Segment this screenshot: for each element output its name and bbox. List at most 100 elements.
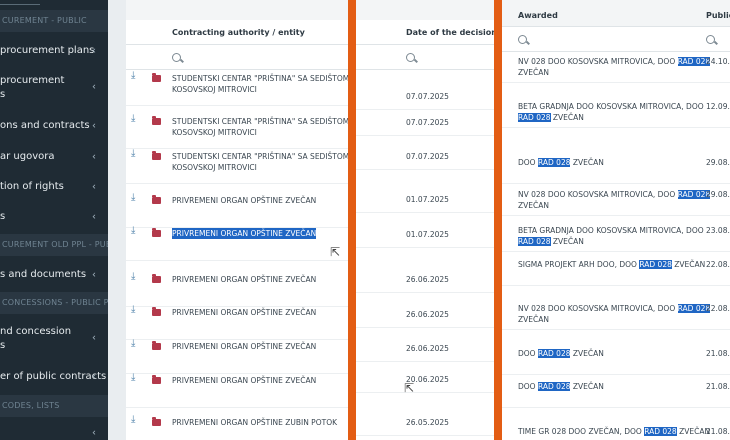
download-icon[interactable]: ⤓ xyxy=(131,114,135,124)
search-highlight: RAD 028 xyxy=(537,158,571,167)
sidebar-item-notices-documents[interactable]: s and documents ‹ xyxy=(0,266,108,284)
awarded-line2: ZVEČAN xyxy=(518,201,549,210)
awarded-text: DOO xyxy=(518,382,538,391)
orange-divider xyxy=(494,0,502,440)
awarded-text: ZVEČAN xyxy=(671,260,706,269)
awarded-text: ZVEČAN xyxy=(570,382,604,391)
awarded-row[interactable]: DOO RAD 028 ZVEČAN 29.08.2 xyxy=(502,157,730,185)
sidebar-item-ugovora[interactable]: ar ugovora ‹ xyxy=(0,148,108,166)
table-row[interactable]: ⤓ PRIVREMENI ORGAN OPŠTINE ZUBIN POTOK xyxy=(126,413,348,440)
folder-icon[interactable] xyxy=(152,307,161,316)
folder-icon[interactable] xyxy=(152,341,161,350)
awarded-row[interactable]: NV 028 DOO KOSOVSKA MITROVICA, DOO RAD 0… xyxy=(502,189,730,217)
gutter xyxy=(108,0,126,440)
table-row[interactable]: ⤓ PRIVREMENI ORGAN OPŠTINE ZVEČAN xyxy=(126,270,348,300)
decision-date: 26.06.2025 xyxy=(406,275,449,284)
download-icon[interactable]: ⤓ xyxy=(131,415,135,425)
awarded-search-input[interactable] xyxy=(502,26,730,52)
sidebar-item-label: nd concession xyxy=(0,326,72,337)
authority-name: STUDENTSKI CENTAR "PRIŠTINA" SA SEDIŠTOM… xyxy=(172,74,348,83)
publication-date: 21.08.2 xyxy=(706,427,730,436)
folder-icon[interactable] xyxy=(152,228,161,237)
row-divider xyxy=(502,407,730,408)
awarded-line2: RAD 028 ZVEČAN xyxy=(518,112,584,123)
sidebar-item-procurement-plans[interactable]: procurement plans ‹ xyxy=(0,42,108,60)
sidebar-item-more[interactable]: ‹ xyxy=(0,426,108,440)
folder-icon[interactable] xyxy=(152,195,161,204)
awarded-text: ZVEČAN xyxy=(570,158,604,167)
awarded-line1: NV 028 DOO KOSOVSKA MITROVICA, DOO RAD 0… xyxy=(518,189,711,200)
sidebar-item-s[interactable]: s ‹ xyxy=(0,208,108,226)
download-icon[interactable]: ⤓ xyxy=(131,373,135,383)
column-header-awarded[interactable]: Awarded xyxy=(518,11,558,20)
table-row[interactable]: ⤓ PRIVREMENI ORGAN OPŠTINE ZVEČAN xyxy=(126,371,348,401)
sidebar-item-label: procurement xyxy=(0,75,65,86)
folder-icon[interactable] xyxy=(152,417,161,426)
awarded-column-panel: Awarded Public NV 028 DOO KOSOVSKA MITRO… xyxy=(502,0,730,440)
authority-search-input[interactable] xyxy=(126,44,348,70)
row-divider xyxy=(502,82,730,83)
awarded-row[interactable]: SIGMA PROJEKT ARH DOO, DOO RAD 028 ZVEČA… xyxy=(502,259,730,287)
authority-name: PRIVREMENI ORGAN OPŠTINE ZVEČAN xyxy=(172,196,317,205)
download-icon[interactable]: ⤓ xyxy=(131,339,135,349)
sidebar-item-concession[interactable]: nd concession s ‹ xyxy=(0,323,108,353)
sidebar-divider xyxy=(0,4,40,5)
awarded-row[interactable]: NV 028 DOO KOSOVSKA MITROVICA, DOO RAD 0… xyxy=(502,303,730,331)
folder-icon[interactable] xyxy=(152,274,161,283)
chevron-left-icon: ‹ xyxy=(92,81,96,93)
awarded-row[interactable]: DOO RAD 028 ZVEČAN 21.08.2 xyxy=(502,348,730,376)
publication-date: 29.08.2 xyxy=(706,158,730,167)
awarded-row[interactable]: BETA GRADNJA DOO KOSOVSKA MITROVICA, DOO… xyxy=(502,101,730,129)
folder-icon[interactable] xyxy=(152,151,161,160)
awarded-text: ZVEČAN xyxy=(570,349,604,358)
table-row[interactable]: ⤓ STUDENTSKI CENTAR "PRIŠTINA" SA SEDIŠTO… xyxy=(126,69,348,99)
row-divider xyxy=(356,109,494,110)
download-icon[interactable]: ⤓ xyxy=(131,226,135,236)
mouse-cursor-icon: ⇱ xyxy=(404,381,415,395)
column-header-authority[interactable]: Contracting authority / entity xyxy=(172,28,305,37)
awarded-row[interactable]: TIME GR 028 DOO ZVEČAN, DOO RAD 028 ZVEČ… xyxy=(502,426,730,440)
table-row[interactable]: ⤓ STUDENTSKI CENTAR "PRIŠTINA" SA SEDIŠTO… xyxy=(126,112,348,142)
table-row[interactable]: ⤓ PRIVREMENI ORGAN OPŠTINE ZVEČAN xyxy=(126,224,348,254)
sidebar-item-label-line2: s xyxy=(0,340,6,351)
sidebar-section-codes: CODES, LISTS xyxy=(0,395,108,417)
sidebar-item-label: procurement plans xyxy=(0,45,95,56)
table-row[interactable]: ⤓ PRIVREMENI ORGAN OPŠTINE ZVEČAN xyxy=(126,191,348,221)
download-icon[interactable]: ⤓ xyxy=(131,305,135,315)
awarded-row[interactable]: BETA GRADNJA DOO KOSOVSKA MITROVICA, DOO… xyxy=(502,225,730,253)
folder-icon[interactable] xyxy=(152,375,161,384)
table-row[interactable]: ⤓ PRIVREMENI ORGAN OPŠTINE ZVEČAN xyxy=(126,337,348,367)
folder-icon[interactable] xyxy=(152,73,161,82)
download-icon[interactable]: ⤓ xyxy=(131,71,135,81)
authority-name-line2: KOSOVSKOJ MITROVICI xyxy=(172,163,257,172)
table-row[interactable]: ⤓ STUDENTSKI CENTAR "PRIŠTINA" SA SEDIŠTO… xyxy=(126,147,348,177)
date-search-input[interactable] xyxy=(356,44,494,70)
download-icon[interactable]: ⤓ xyxy=(131,272,135,282)
awarded-line2: ZVEČAN xyxy=(518,315,549,324)
download-icon[interactable]: ⤓ xyxy=(131,149,135,159)
awarded-row[interactable]: NV 028 DOO KOSOVSKA MITROVICA, DOO RAD 0… xyxy=(502,56,730,84)
publication-date: 12.09.2 xyxy=(706,102,730,111)
table-row[interactable]: ⤓ PRIVREMENI ORGAN OPŠTINE ZVEČAN xyxy=(126,303,348,333)
awarded-text: BETA GRADNJA DOO KOSOVSKA MITROVICA, DOO xyxy=(518,102,704,111)
chevron-left-icon: ‹ xyxy=(92,211,96,223)
download-icon[interactable]: ⤓ xyxy=(131,193,135,203)
column-header-date[interactable]: Date of the decision xyxy=(406,28,494,37)
sidebar-item-decisions-contracts[interactable]: ons and contracts ‹ xyxy=(0,117,108,135)
sidebar-item-protection-of-rights[interactable]: tion of rights ‹ xyxy=(0,178,108,196)
row-divider xyxy=(126,105,348,106)
folder-icon[interactable] xyxy=(152,116,161,125)
awarded-text: BETA GRADNJA DOO KOSOVSKA MITROVICA, DOO xyxy=(518,226,704,235)
row-divider xyxy=(502,127,730,128)
row-divider xyxy=(356,392,494,393)
awarded-row[interactable]: DOO RAD 028 ZVEČAN 21.08.2 xyxy=(502,381,730,409)
sidebar-section-old-ppl: CUREMENT OLD PPL - PUBLIC P xyxy=(0,234,108,256)
search-icon xyxy=(406,53,415,62)
column-header-public[interactable]: Public xyxy=(706,11,730,20)
decision-date: 01.07.2025 xyxy=(406,195,449,204)
sidebar-item-procurement[interactable]: procurement s ‹ xyxy=(0,72,108,102)
sidebar-item-label: ar ugovora xyxy=(0,151,55,162)
sidebar-item-register-contracts[interactable]: er of public contracts ‹ xyxy=(0,368,108,386)
app-root: CUREMENT - PUBLIC procurement plans ‹ pr… xyxy=(0,0,730,440)
orange-divider xyxy=(348,0,356,440)
